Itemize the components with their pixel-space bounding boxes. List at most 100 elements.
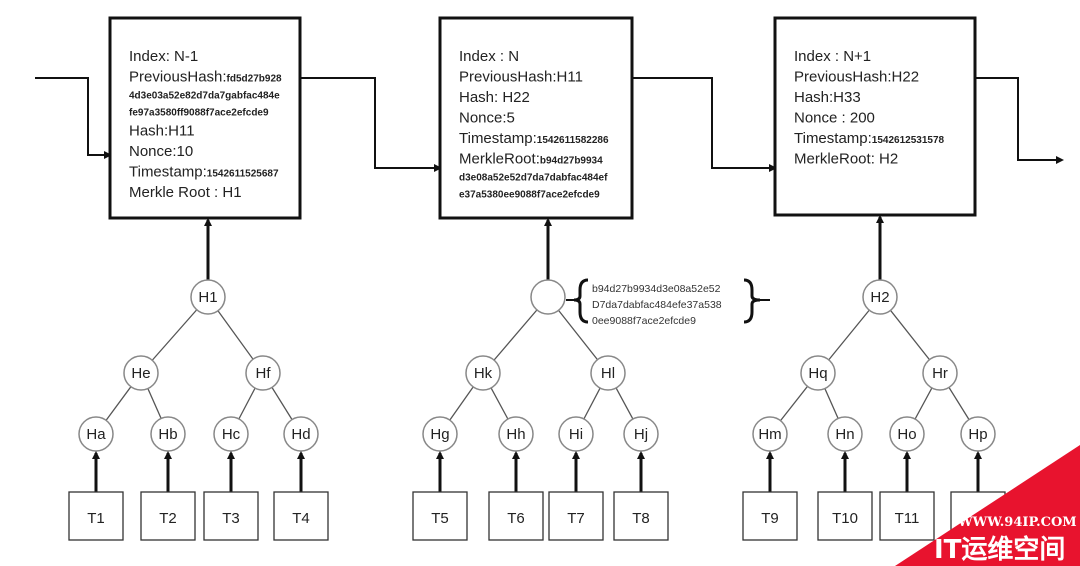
merkle-node: H2 (862, 279, 898, 315)
node-label: Hk (474, 365, 493, 382)
note-line: b94d27b9934d3e08a52e52 (592, 283, 721, 295)
merkle-trees: H1 He Hf Ha T1 Hb T2 Hc T3 Hd T4 Hk Hl Hg T5 Hh T6 Hi T7 Hj… (68, 215, 1006, 541)
merkle-node: Hi (558, 416, 594, 452)
node-label: Hc (222, 426, 241, 443)
transaction-label: T11 (895, 510, 920, 527)
node-label: Hp (968, 426, 987, 443)
transaction-box: T9 (742, 491, 798, 541)
merkle-node: Hb (150, 416, 186, 452)
merkle-node: Hl (590, 355, 626, 391)
block-field: Merkle Root : H1 (129, 184, 242, 201)
merkle-node: Hh (498, 416, 534, 452)
node-label: Hh (506, 426, 525, 443)
note-line: 0ee9088f7ace2efcde9 (592, 315, 696, 327)
transaction-box: T4 (273, 491, 329, 541)
transaction-box: T7 (548, 491, 604, 541)
transaction-box: T2 (140, 491, 196, 541)
right-brace (743, 278, 761, 324)
block-field: Nonce:10 (129, 143, 193, 160)
merkle-node (530, 279, 566, 315)
node-label: Hl (601, 365, 615, 382)
merkle-node: Hk (465, 355, 501, 391)
block-field: PreviousHash:H11 (459, 69, 583, 86)
transaction-label: T6 (507, 510, 525, 527)
node-label: Hm (758, 426, 781, 443)
blockchain-merkle-diagram: Index: N-1 PreviousHash:fd5d27b928 4d3e03a… (0, 0, 1080, 566)
note-line: D7da7dabfac484efe37a538 (592, 299, 722, 311)
block-2: Index : N PreviousHash:H11 Hash: H22 Nonce:… (438, 16, 634, 220)
block-field: Index : N+1 (794, 48, 871, 65)
merkle-node: Hm (752, 416, 788, 452)
transaction-label: T10 (832, 510, 858, 527)
block-field: PreviousHash:H22 (794, 69, 919, 86)
merkle-node: Hq (800, 355, 836, 391)
transaction-label: T5 (431, 510, 449, 527)
left-brace (573, 278, 589, 324)
chain-arrow (975, 77, 1064, 164)
diagram-canvas: Index: N-1PreviousHash:fd5d27b9284d3e03a… (35, 16, 1080, 566)
merkle-node: Hr (922, 355, 958, 391)
merkle-tree-1: H1 He Hf Ha T1 Hb T2 Hc T3 Hd T4 (68, 218, 329, 541)
node-label: Hd (291, 426, 310, 443)
blocks: Index: N-1PreviousHash:fd5d27b9284d3e03a… (108, 16, 977, 220)
merkle-node: Hn (827, 416, 863, 452)
chain-arrow (632, 77, 777, 172)
transaction-box: T6 (488, 491, 544, 541)
block-field: MerkleRoot: H2 (794, 151, 898, 168)
watermark-url: WWW.94IP.COM (957, 515, 1077, 530)
node-label: Hn (835, 426, 854, 443)
node-label: Hb (158, 426, 177, 443)
merkle-node: Hj (623, 416, 659, 452)
merkle-node: Ho (889, 416, 925, 452)
transaction-box: T1 (68, 491, 124, 541)
block-field: Hash: H22 (459, 89, 530, 106)
transaction-label: T9 (761, 510, 779, 527)
transaction-label: T2 (159, 510, 177, 527)
block-field: 4d3e03a52e82d7da7gabfac484e (129, 91, 280, 102)
transaction-box: T8 (613, 491, 669, 541)
chain-arrow (300, 77, 442, 172)
merkle-node: Hf (245, 355, 281, 391)
node-label: Ho (897, 426, 916, 443)
node-label: Hq (808, 365, 827, 382)
node-label: H2 (870, 289, 889, 306)
node-label: Hf (256, 365, 272, 382)
node-label: He (131, 365, 150, 382)
transaction-label: T3 (222, 510, 240, 527)
block-1: Index: N-1PreviousHash:fd5d27b9284d3e03a… (108, 16, 302, 220)
merkle-node: Hp (960, 416, 996, 452)
merkle-node: Ha (78, 416, 114, 452)
block-field: Nonce : 200 (794, 110, 875, 127)
block-field: d3e08a52e52d7da7dabfac484ef (459, 173, 608, 184)
block-field: Hash:H33 (794, 89, 861, 106)
node-label: Hj (634, 426, 648, 443)
block-field: fe97a3580ff9088f7ace2efcde9 (129, 108, 269, 119)
transaction-label: T8 (632, 510, 650, 527)
chain-arrow (35, 77, 112, 159)
block-3: Index : N+1 PreviousHash:H22 Hash:H33 Nonce… (773, 16, 977, 217)
block-field: Index: N-1 (129, 48, 198, 65)
block-field: Nonce:5 (459, 110, 515, 127)
block-field: e37a5380ee9088f7ace2efcde9 (459, 190, 600, 201)
node-label: Ha (86, 426, 106, 443)
merkle-node: H1 (190, 279, 226, 315)
transaction-box: T3 (203, 491, 259, 541)
merkle-node: He (123, 355, 159, 391)
transaction-label: T1 (87, 510, 105, 527)
watermark-name: IT运维空间 (934, 534, 1065, 565)
block-field: Index : N (459, 48, 519, 65)
node-label: H1 (198, 289, 217, 306)
transaction-box: T5 (412, 491, 468, 541)
merkle-node: Hc (213, 416, 249, 452)
transaction-label: T4 (292, 510, 310, 527)
block-field: Hash:H11 (129, 123, 195, 140)
transaction-box: T10 (817, 491, 873, 541)
transaction-box: T11 (879, 491, 935, 541)
merkle-node: Hg (422, 416, 458, 452)
merkle-tree-2: Hk Hl Hg T5 Hh T6 Hi T7 Hj T8 (412, 218, 669, 541)
node-label: Hg (430, 426, 449, 443)
merkle-node: Hd (283, 416, 319, 452)
transaction-label: T7 (567, 510, 585, 527)
node-label: Hi (569, 426, 583, 443)
node-label: Hr (932, 365, 948, 382)
